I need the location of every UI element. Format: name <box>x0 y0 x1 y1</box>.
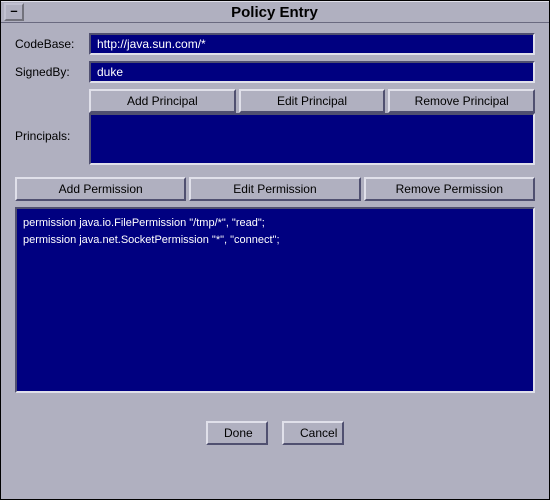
add-principal-button[interactable]: Add Principal <box>89 89 236 113</box>
title-bar: – Policy Entry <box>1 1 549 23</box>
principals-list[interactable] <box>89 113 535 165</box>
remove-principal-button[interactable]: Remove Principal <box>388 89 535 113</box>
edit-principal-button[interactable]: Edit Principal <box>239 89 386 113</box>
add-permission-button[interactable]: Add Permission <box>15 177 186 201</box>
cancel-button[interactable]: Cancel <box>282 421 344 445</box>
edit-permission-button[interactable]: Edit Permission <box>189 177 360 201</box>
dialog-content: CodeBase: SignedBy: Add Principal Edit P… <box>1 23 549 451</box>
codebase-row: CodeBase: <box>15 33 535 55</box>
minimize-icon: – <box>10 3 17 18</box>
dialog-button-row: Done Cancel <box>15 421 535 445</box>
principals-label: Principals: <box>15 113 85 165</box>
principals-row: Principals: <box>15 113 535 165</box>
signedby-input[interactable] <box>89 61 535 83</box>
codebase-label: CodeBase: <box>15 37 89 51</box>
list-item[interactable]: permission java.io.FilePermission "/tmp/… <box>23 215 527 232</box>
principal-button-row: Add Principal Edit Principal Remove Prin… <box>89 89 535 113</box>
remove-permission-button[interactable]: Remove Permission <box>364 177 535 201</box>
signedby-label: SignedBy: <box>15 65 89 79</box>
window-title: Policy Entry <box>24 4 549 21</box>
permissions-list[interactable]: permission java.io.FilePermission "/tmp/… <box>15 207 535 393</box>
signedby-row: SignedBy: <box>15 61 535 83</box>
done-button[interactable]: Done <box>206 421 268 445</box>
permission-button-row: Add Permission Edit Permission Remove Pe… <box>15 177 535 201</box>
window-minimize-button[interactable]: – <box>4 3 24 21</box>
list-item[interactable]: permission java.net.SocketPermission "*"… <box>23 232 527 249</box>
codebase-input[interactable] <box>89 33 535 55</box>
